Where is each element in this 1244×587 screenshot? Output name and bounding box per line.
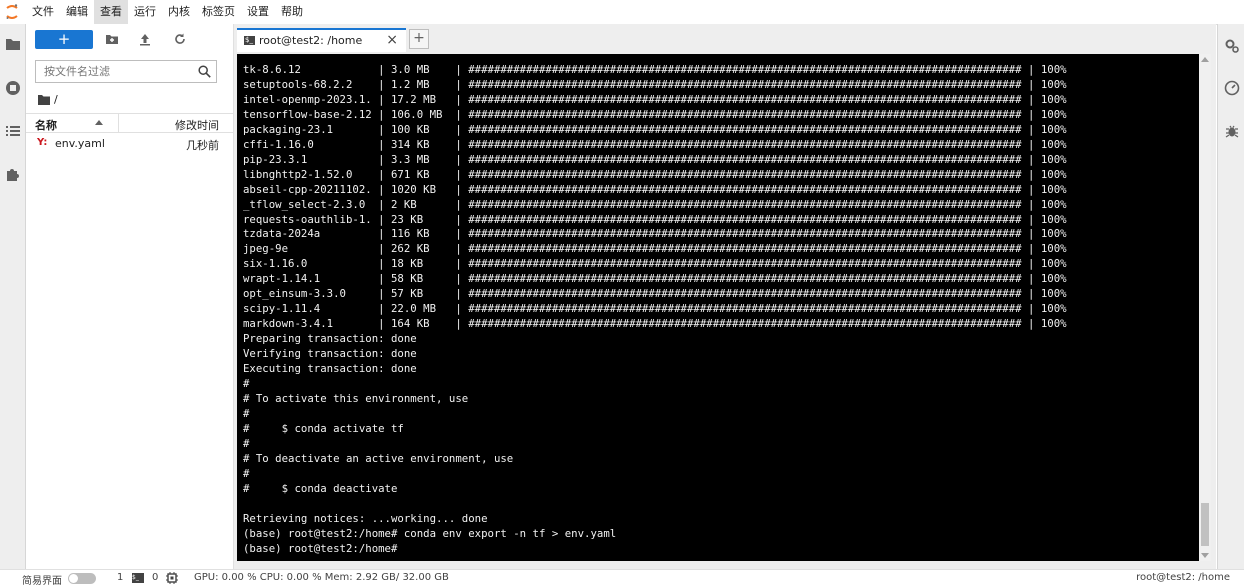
debugger-gauge-icon[interactable]	[1224, 80, 1240, 96]
right-sidebar-tabs	[1217, 24, 1244, 569]
terminal-line: #	[243, 406, 250, 420]
jupyter-logo-icon	[6, 4, 18, 19]
toggle-knob	[69, 574, 78, 583]
extensions-puzzle-icon[interactable]	[5, 166, 21, 182]
file-modified-time: 几秒前	[186, 139, 219, 152]
terminal-line: tensorflow-base-2.12 | 106.0 MB | ######…	[243, 107, 1067, 121]
upload-icon[interactable]	[138, 32, 152, 46]
menu-bar: 文件 编辑 查看 运行 内核 标签页 设置 帮助	[0, 0, 1244, 25]
main-dock-area: $_ root@test2: /home × + tk-8.6.12 | 3.0…	[234, 24, 1216, 569]
scroll-down-arrow-icon[interactable]	[1201, 553, 1209, 558]
simple-mode-toggle[interactable]	[68, 573, 96, 584]
left-sidebar-tabs	[0, 24, 26, 569]
terminal-line: intel-openmp-2023.1. | 17.2 MB | #######…	[243, 92, 1067, 106]
column-header-name[interactable]: 名称	[35, 117, 57, 133]
terminal-line: tk-8.6.12 | 3.0 MB | ###################…	[243, 63, 1067, 76]
terminal-line: #	[243, 436, 250, 450]
terminal-icon: $_	[132, 573, 144, 583]
breadcrumb[interactable]: /	[38, 92, 58, 106]
menu-item-0[interactable]: 文件	[26, 0, 60, 24]
terminal-line: # $ conda activate tf	[243, 421, 404, 435]
terminal-line: packaging-23.1 | 100 KB | ##############…	[243, 122, 1067, 136]
file-filter-box[interactable]	[35, 60, 217, 83]
menu-item-4[interactable]: 内核	[162, 0, 196, 24]
terminal-line: # To deactivate an active environment, u…	[243, 451, 514, 465]
scrollbar-thumb[interactable]	[1201, 503, 1209, 546]
terminal-line: (base) root@test2:/home# conda env expor…	[243, 526, 617, 540]
terminal-line: wrapt-1.14.1 | 58 KB | #################…	[243, 272, 1067, 286]
file-filter-input[interactable]	[42, 64, 196, 79]
refresh-icon[interactable]	[173, 32, 187, 46]
column-header-modified[interactable]: 修改时间	[175, 117, 219, 133]
terminal-line: tzdata-2024a | 116 KB | ################…	[243, 227, 1067, 241]
menu-item-5[interactable]: 标签页	[196, 0, 241, 24]
scroll-up-arrow-icon[interactable]	[1201, 57, 1209, 62]
terminal-line: requests-oauthlib-1. | 23 KB | #########…	[243, 212, 1067, 226]
bug-icon[interactable]	[1224, 123, 1240, 139]
kernels-count[interactable]: 0	[152, 572, 158, 583]
terminal-scrollbar[interactable]	[1199, 54, 1211, 561]
terminal-line: _tflow_select-2.3.0 | 2 KB | ###########…	[243, 197, 1067, 211]
file-list-header: 名称 修改时间	[26, 113, 233, 133]
terminal-line: jpeg-9e | 262 KB | #####################…	[243, 242, 1067, 256]
terminal-line: markdown-3.4.1 | 164 KB | ##############…	[243, 317, 1067, 331]
terminal-output[interactable]: tk-8.6.12 | 3.0 MB | ###################…	[243, 63, 1067, 556]
terminal-line: libnghttp2-1.52.0 | 671 KB | ###########…	[243, 167, 1067, 181]
new-folder-icon[interactable]	[105, 32, 119, 46]
kernel-chip-icon	[166, 572, 178, 584]
terminal-line: opt_einsum-3.3.0 | 57 KB | #############…	[243, 287, 1067, 301]
add-tab-button[interactable]: +	[409, 29, 429, 49]
terminal-line: Retrieving notices: ...working... done	[243, 511, 488, 525]
terminal-line: setuptools-68.2.2 | 1.2 MB | ###########…	[243, 77, 1067, 91]
status-bar: 简易界面 1 $_ 0 GPU: 0.00 % CPU: 0.00 % Mem:…	[0, 569, 1244, 587]
file-browser-panel: + / 名称 修改时间 Y: env.yaml 几秒前	[26, 24, 234, 569]
yaml-file-icon: Y:	[37, 137, 48, 148]
terminal-line: #	[243, 377, 250, 391]
new-launcher-button[interactable]: +	[35, 30, 93, 49]
column-divider	[118, 114, 119, 133]
terminal-line: (base) root@test2:/home#	[243, 541, 404, 555]
terminal-line: #	[243, 466, 250, 480]
terminal-line: cffi-1.16.0 | 314 KB | #################…	[243, 137, 1067, 151]
terminal-line: scipy-1.11.4 | 22.0 MB | ###############…	[243, 302, 1067, 316]
terminal-line: Executing transaction: done	[243, 362, 417, 376]
breadcrumb-root[interactable]: /	[54, 93, 58, 106]
current-activity-label: root@test2: /home	[1136, 572, 1230, 583]
tab-terminal[interactable]: $_ root@test2: /home ×	[237, 28, 406, 52]
close-tab-button[interactable]: ×	[386, 32, 398, 48]
menu-item-7[interactable]: 帮助	[275, 0, 309, 24]
terminal-line: Preparing transaction: done	[243, 332, 417, 346]
file-list-item[interactable]: Y: env.yaml 几秒前	[26, 135, 233, 153]
tab-label[interactable]: root@test2: /home	[259, 34, 362, 47]
table-of-contents-icon[interactable]	[5, 123, 21, 139]
menu-item-2[interactable]: 查看	[94, 0, 128, 24]
search-icon	[198, 65, 211, 78]
property-inspector-gear-icon[interactable]	[1224, 38, 1240, 54]
menu-item-6[interactable]: 设置	[241, 0, 275, 24]
folder-icon	[38, 94, 50, 105]
menu-item-3[interactable]: 运行	[128, 0, 162, 24]
running-kernels-icon[interactable]	[5, 80, 21, 96]
terminal-line: six-1.16.0 | 18 KB | ###################…	[243, 257, 1067, 271]
terminal-line: abseil-cpp-20211102. | 1020 KB | #######…	[243, 182, 1067, 196]
terminal-line: # To activate this environment, use	[243, 391, 469, 405]
terminal-line: # $ conda deactivate	[243, 481, 398, 495]
sort-ascending-icon	[95, 120, 103, 125]
file-name[interactable]: env.yaml	[55, 137, 105, 150]
resource-usage: GPU: 0.00 % CPU: 0.00 % Mem: 2.92 GB/ 32…	[194, 572, 449, 583]
folder-icon[interactable]	[5, 36, 21, 52]
main-menu: 文件 编辑 查看 运行 内核 标签页 设置 帮助	[26, 0, 309, 24]
terminal-panel[interactable]: tk-8.6.12 | 3.0 MB | ###################…	[237, 54, 1211, 561]
terminal-line: Verifying transaction: done	[243, 347, 417, 361]
terminal-line: pip-23.3.1 | 3.3 MB | ##################…	[243, 152, 1067, 166]
simple-mode-label: 简易界面	[22, 576, 62, 587]
menu-item-1[interactable]: 编辑	[60, 0, 94, 24]
terminal-icon: $_	[244, 36, 255, 45]
terminals-count[interactable]: 1	[117, 572, 123, 583]
